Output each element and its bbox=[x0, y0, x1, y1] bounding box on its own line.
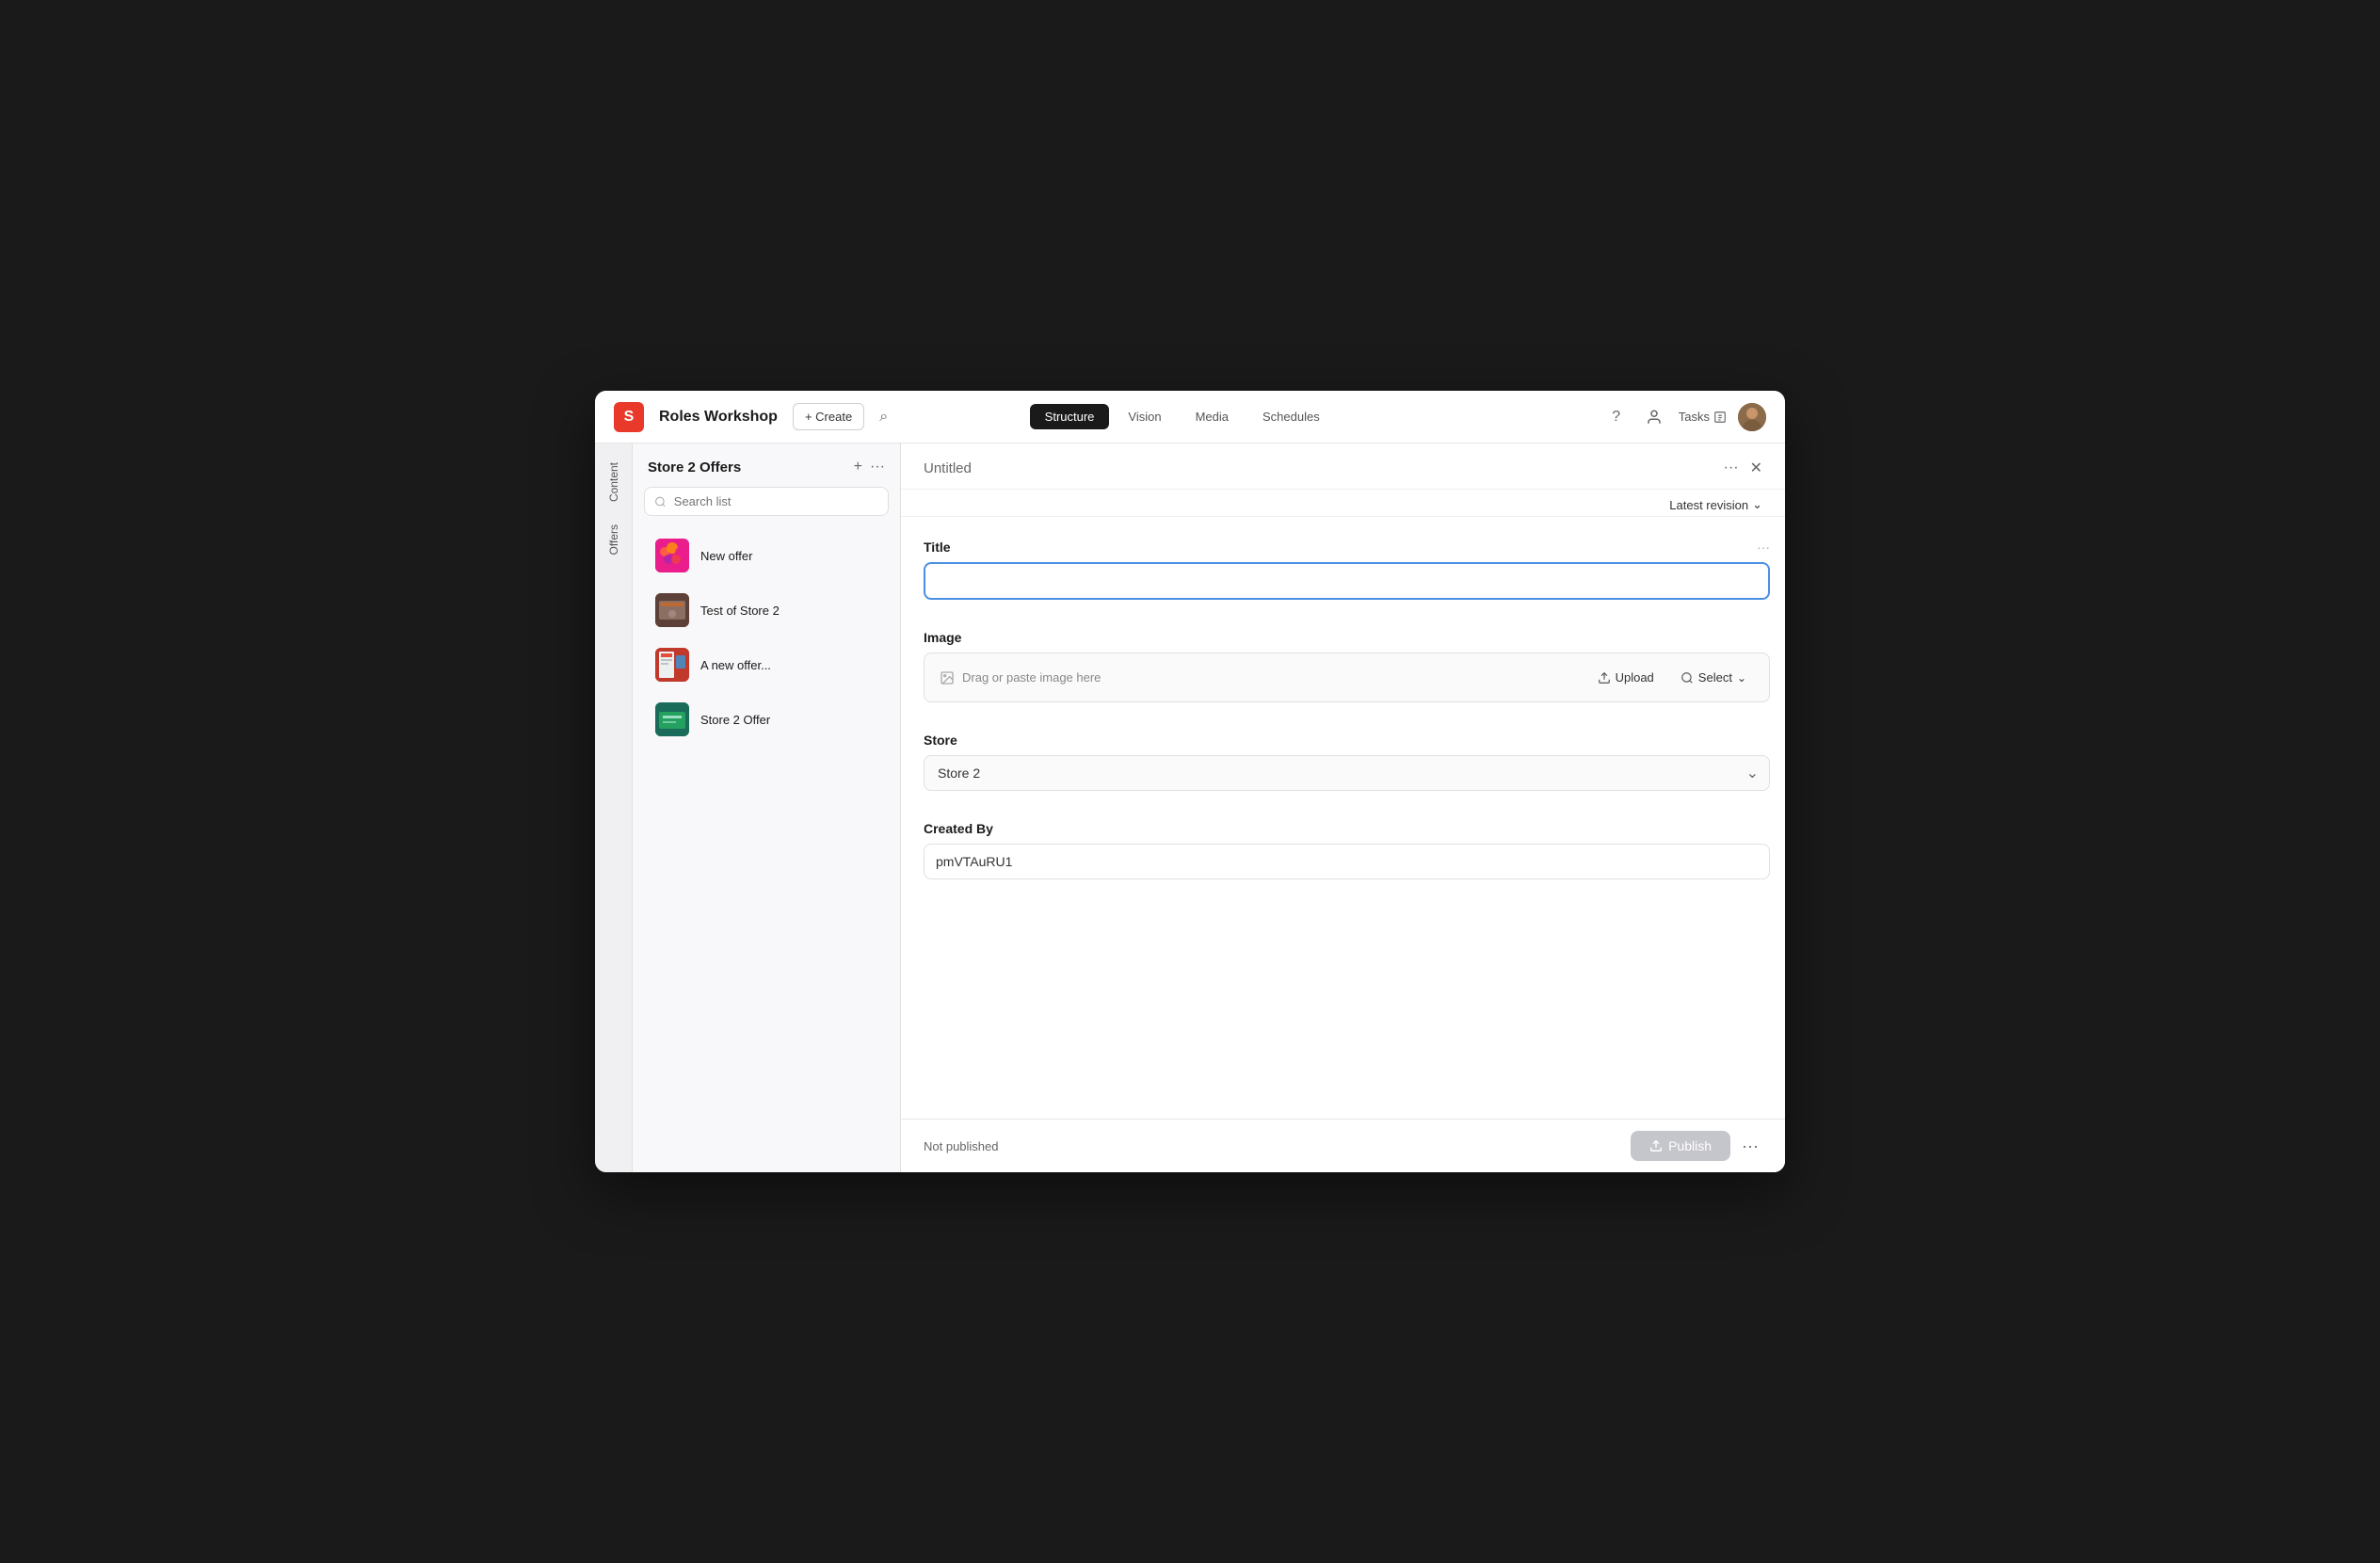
image-placeholder-icon bbox=[940, 670, 955, 685]
user-avatar[interactable] bbox=[1738, 403, 1766, 431]
image-label: Image bbox=[924, 630, 1770, 645]
content-header-actions: ··· ✕ bbox=[1724, 459, 1762, 477]
list-item[interactable]: Test of Store 2 bbox=[640, 584, 892, 636]
title-input[interactable] bbox=[924, 562, 1770, 600]
offers-title: Store 2 Offers bbox=[648, 459, 741, 475]
created-by-input[interactable] bbox=[924, 844, 1770, 879]
close-icon[interactable]: ✕ bbox=[1750, 459, 1762, 477]
store-label: Store bbox=[924, 733, 1770, 748]
created-by-label: Created By bbox=[924, 821, 1770, 836]
upload-label: Upload bbox=[1616, 670, 1654, 685]
content-panel: Untitled ··· ✕ Latest revision ⌄ Title ·… bbox=[901, 443, 1785, 1172]
drag-placeholder-text: Drag or paste image here bbox=[962, 670, 1101, 685]
top-bar: S Roles Workshop + Create ⌕ Structure Vi… bbox=[595, 391, 1785, 443]
tab-structure[interactable]: Structure bbox=[1030, 404, 1110, 429]
title-field-more-icon[interactable]: ··· bbox=[1757, 540, 1770, 555]
revision-selector[interactable]: Latest revision ⌄ bbox=[1669, 497, 1762, 512]
search-icon[interactable]: ⌕ bbox=[879, 409, 888, 426]
nav-tabs: Structure Vision Media Schedules bbox=[1030, 404, 1335, 429]
list-item[interactable]: New offer bbox=[640, 529, 892, 582]
tab-vision[interactable]: Vision bbox=[1113, 404, 1176, 429]
image-actions: Upload Select ⌄ bbox=[1590, 667, 1754, 688]
select-chevron-icon: ⌄ bbox=[1737, 671, 1746, 685]
sidebar-tabs: Content Offers bbox=[595, 443, 633, 1172]
offer-name: Test of Store 2 bbox=[700, 604, 780, 618]
created-by-field-group: Created By bbox=[924, 821, 1770, 879]
select-search-icon bbox=[1680, 671, 1694, 685]
tab-media[interactable]: Media bbox=[1181, 404, 1244, 429]
document-title: Untitled bbox=[924, 460, 972, 476]
bottom-more-icon[interactable]: ··· bbox=[1738, 1133, 1762, 1160]
add-offer-icon[interactable]: + bbox=[854, 459, 862, 475]
offers-panel: Store 2 Offers + ··· bbox=[633, 443, 901, 1172]
offer-name: A new offer... bbox=[700, 658, 771, 672]
search-bar bbox=[644, 487, 889, 516]
app-logo: S bbox=[614, 402, 644, 432]
publish-status: Not published bbox=[924, 1139, 999, 1153]
search-input[interactable] bbox=[674, 494, 878, 508]
tasks-button[interactable]: Tasks bbox=[1679, 410, 1727, 424]
content-more-icon[interactable]: ··· bbox=[1724, 459, 1739, 476]
create-button[interactable]: + Create bbox=[793, 403, 864, 430]
image-field-group: Image Drag or paste image here bbox=[924, 630, 1770, 702]
upload-button[interactable]: Upload bbox=[1590, 667, 1662, 688]
app-title: Roles Workshop bbox=[659, 409, 778, 426]
chevron-down-icon: ⌄ bbox=[1752, 497, 1762, 512]
publish-label: Publish bbox=[1668, 1138, 1712, 1153]
offer-name: Store 2 Offer bbox=[700, 713, 770, 727]
bottom-actions: Publish ··· bbox=[1631, 1131, 1762, 1161]
publish-icon bbox=[1649, 1139, 1663, 1152]
offer-list: New offer Test of Store 2 bbox=[633, 527, 900, 1172]
list-item[interactable]: Store 2 Offer bbox=[640, 693, 892, 746]
store-select[interactable]: Store 2 bbox=[924, 755, 1770, 791]
offer-thumbnail bbox=[655, 593, 689, 627]
tab-schedules[interactable]: Schedules bbox=[1247, 404, 1335, 429]
drag-drop-text: Drag or paste image here bbox=[940, 670, 1101, 685]
select-label: Select bbox=[1698, 670, 1732, 685]
upload-icon bbox=[1598, 671, 1611, 685]
person-icon[interactable] bbox=[1641, 404, 1667, 430]
title-field-group: Title ··· bbox=[924, 540, 1770, 600]
help-icon[interactable]: ? bbox=[1603, 404, 1630, 430]
top-right-actions: ? Tasks bbox=[1603, 403, 1766, 431]
content-header: Untitled ··· ✕ bbox=[901, 443, 1785, 490]
select-button[interactable]: Select ⌄ bbox=[1673, 667, 1754, 688]
offer-thumbnail bbox=[655, 539, 689, 572]
store-select-wrapper: Store 2 ⌄ bbox=[924, 755, 1770, 791]
content-scroll[interactable]: Title ··· Image bbox=[901, 517, 1785, 1119]
sidebar-item-offers[interactable]: Offers bbox=[603, 517, 624, 562]
search-bar-icon bbox=[654, 495, 667, 508]
list-item[interactable]: A new offer... bbox=[640, 638, 892, 691]
image-drop-zone[interactable]: Drag or paste image here Upload bbox=[924, 653, 1770, 702]
offer-thumbnail bbox=[655, 702, 689, 736]
sidebar-item-content[interactable]: Content bbox=[603, 455, 624, 509]
revision-label: Latest revision bbox=[1669, 498, 1748, 512]
header-actions: + ··· bbox=[854, 459, 885, 475]
offer-thumbnail bbox=[655, 648, 689, 682]
offer-name: New offer bbox=[700, 549, 752, 563]
offers-header: Store 2 Offers + ··· bbox=[633, 443, 900, 483]
main-area: Content Offers Store 2 Offers + ··· bbox=[595, 443, 1785, 1172]
publish-button[interactable]: Publish bbox=[1631, 1131, 1730, 1161]
bottom-bar: Not published Publish ··· bbox=[901, 1119, 1785, 1172]
title-label: Title ··· bbox=[924, 540, 1770, 555]
store-field-group: Store Store 2 ⌄ bbox=[924, 733, 1770, 791]
offers-more-icon[interactable]: ··· bbox=[870, 459, 885, 475]
